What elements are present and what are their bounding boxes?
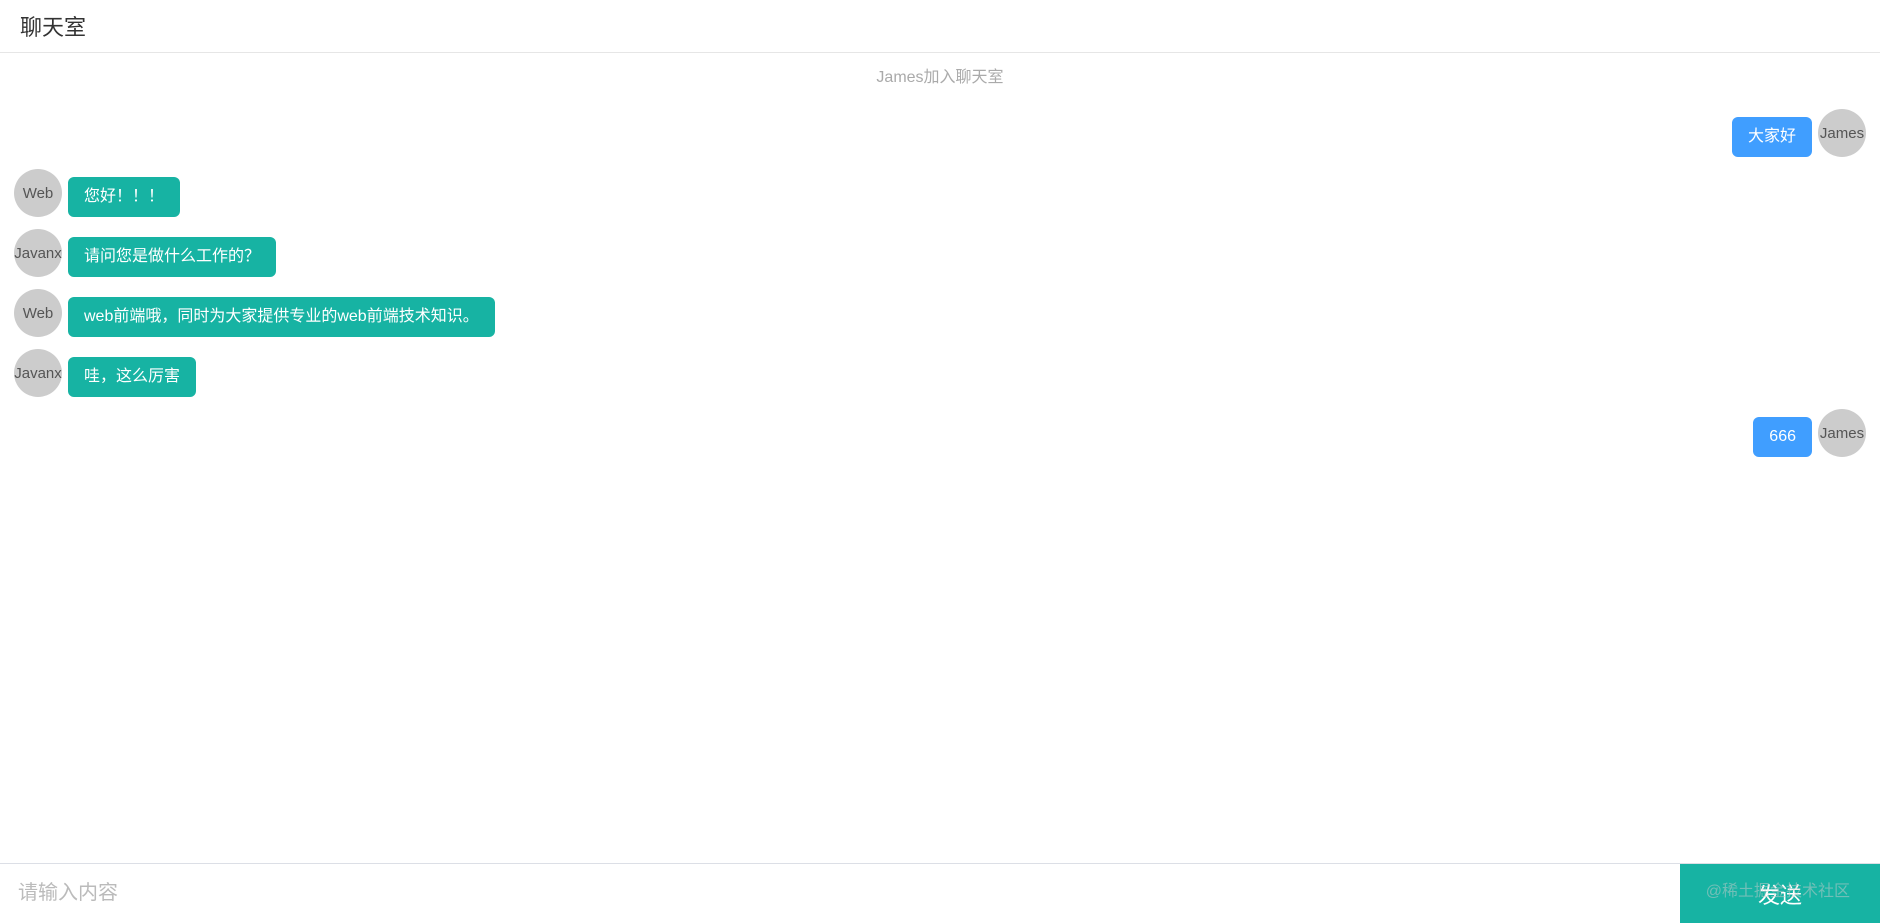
input-bar: 发送 [0, 863, 1880, 923]
message-row: Javanx哇，这么厉害 [8, 349, 1872, 397]
page-title: 聊天室 [20, 15, 86, 40]
chat-messages-area[interactable]: James加入聊天室 James大家好Web您好！！！Javanx请问您是做什么… [0, 53, 1880, 863]
chat-header: 聊天室 [0, 0, 1880, 53]
message-bubble: 您好！！！ [68, 177, 180, 217]
avatar[interactable]: Javanx [14, 229, 62, 277]
message-row: James666 [8, 409, 1872, 457]
avatar[interactable]: Web [14, 169, 62, 217]
message-input[interactable] [0, 864, 1680, 923]
message-row: Web您好！！！ [8, 169, 1872, 217]
message-bubble: web前端哦，同时为大家提供专业的web前端技术知识。 [68, 297, 495, 337]
send-button[interactable]: 发送 [1680, 864, 1880, 923]
avatar[interactable]: James [1818, 109, 1866, 157]
message-bubble: 666 [1753, 417, 1812, 457]
message-bubble: 请问您是做什么工作的？ [68, 237, 276, 277]
message-row: James大家好 [8, 109, 1872, 157]
message-bubble: 大家好 [1732, 117, 1812, 157]
avatar[interactable]: Javanx [14, 349, 62, 397]
message-row: Webweb前端哦，同时为大家提供专业的web前端技术知识。 [8, 289, 1872, 337]
message-row: Javanx请问您是做什么工作的？ [8, 229, 1872, 277]
avatar[interactable]: James [1818, 409, 1866, 457]
avatar[interactable]: Web [14, 289, 62, 337]
message-bubble: 哇，这么厉害 [68, 357, 196, 397]
system-message: James加入聊天室 [0, 53, 1880, 97]
